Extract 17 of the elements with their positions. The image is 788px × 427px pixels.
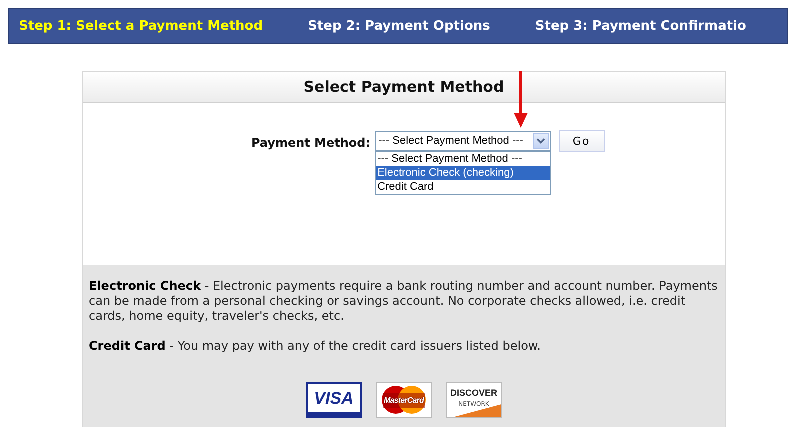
logo-text: MasterCard — [382, 392, 426, 408]
card-logo: VISA — [306, 382, 362, 418]
dropdown-caret-icon[interactable] — [532, 133, 549, 149]
arrow-icon — [514, 71, 528, 129]
logo-text: DISCOVER — [450, 387, 498, 400]
dropdown-option[interactable]: --- Select Payment Method --- — [376, 152, 550, 166]
dropdown-option[interactable]: Electronic Check (checking) — [376, 166, 550, 180]
payment-description: Credit Card - You may pay with any of the credit card issuers listed below. — [89, 339, 542, 354]
dropdown-value: --- Select Payment Method --- — [378, 135, 524, 147]
go-button[interactable]: Go — [558, 130, 605, 152]
field-label: Payment Method: — [251, 136, 371, 150]
dropdown-option[interactable]: Credit Card — [376, 180, 550, 194]
step-label: Step 1: Select a Payment Method — [19, 18, 264, 34]
payment-method-dropdown[interactable]: --- Select Payment Method --- — [374, 131, 551, 151]
step-label: Step 2: Payment Options — [308, 18, 490, 34]
step-label: Step 3: Payment Confirmatio — [535, 18, 746, 34]
payment-description: Electronic Check - Electronic payments require a bank routing number and account number. Payments can be made from a personal checking or savings account. No corporate checks allowed, i.e. credit cards, home equity, traveler's checks, etc. — [89, 279, 719, 324]
